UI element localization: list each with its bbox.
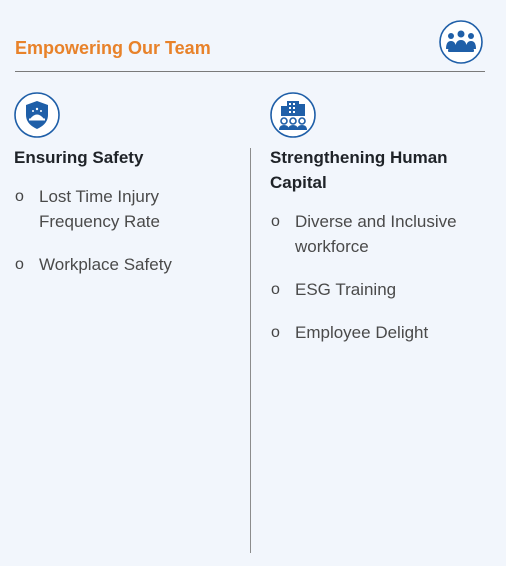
bullet-list: o Lost Time Injury Frequency Rate o Work… [14, 184, 242, 277]
bullet-marker: o [15, 256, 24, 273]
list-item-text: Diverse and Inclusive workforce [295, 212, 457, 256]
list-item: o ESG Training [270, 277, 495, 302]
list-item: o Diverse and Inclusive workforce [270, 209, 495, 259]
bullet-marker: o [15, 188, 24, 205]
column-title: Strengthening Human Capital [270, 148, 448, 192]
list-item-text: Employee Delight [295, 323, 429, 342]
bullet-marker: o [271, 324, 280, 341]
page-title: Empowering Our Team [15, 38, 211, 58]
human-capital-icon [270, 92, 316, 138]
column-title: Ensuring Safety [14, 148, 144, 167]
list-item: o Workplace Safety [14, 252, 242, 277]
column-divider [250, 148, 251, 553]
list-item: o Employee Delight [270, 320, 495, 345]
header-divider [15, 71, 485, 72]
list-item-text: ESG Training [295, 280, 397, 299]
bullet-marker: o [271, 281, 280, 298]
team-icon [439, 20, 483, 64]
list-item-text: Lost Time Injury Frequency Rate [39, 187, 160, 231]
bullet-list: o Diverse and Inclusive workforce o ESG … [270, 209, 495, 345]
column-ensuring-safety: Ensuring Safety o Lost Time Injury Frequ… [14, 92, 242, 295]
list-item-text: Workplace Safety [39, 255, 172, 274]
list-item: o Lost Time Injury Frequency Rate [14, 184, 242, 234]
column-human-capital: Strengthening Human Capital o Diverse an… [270, 92, 495, 363]
safety-shield-icon [14, 92, 60, 138]
bullet-marker: o [271, 213, 280, 230]
